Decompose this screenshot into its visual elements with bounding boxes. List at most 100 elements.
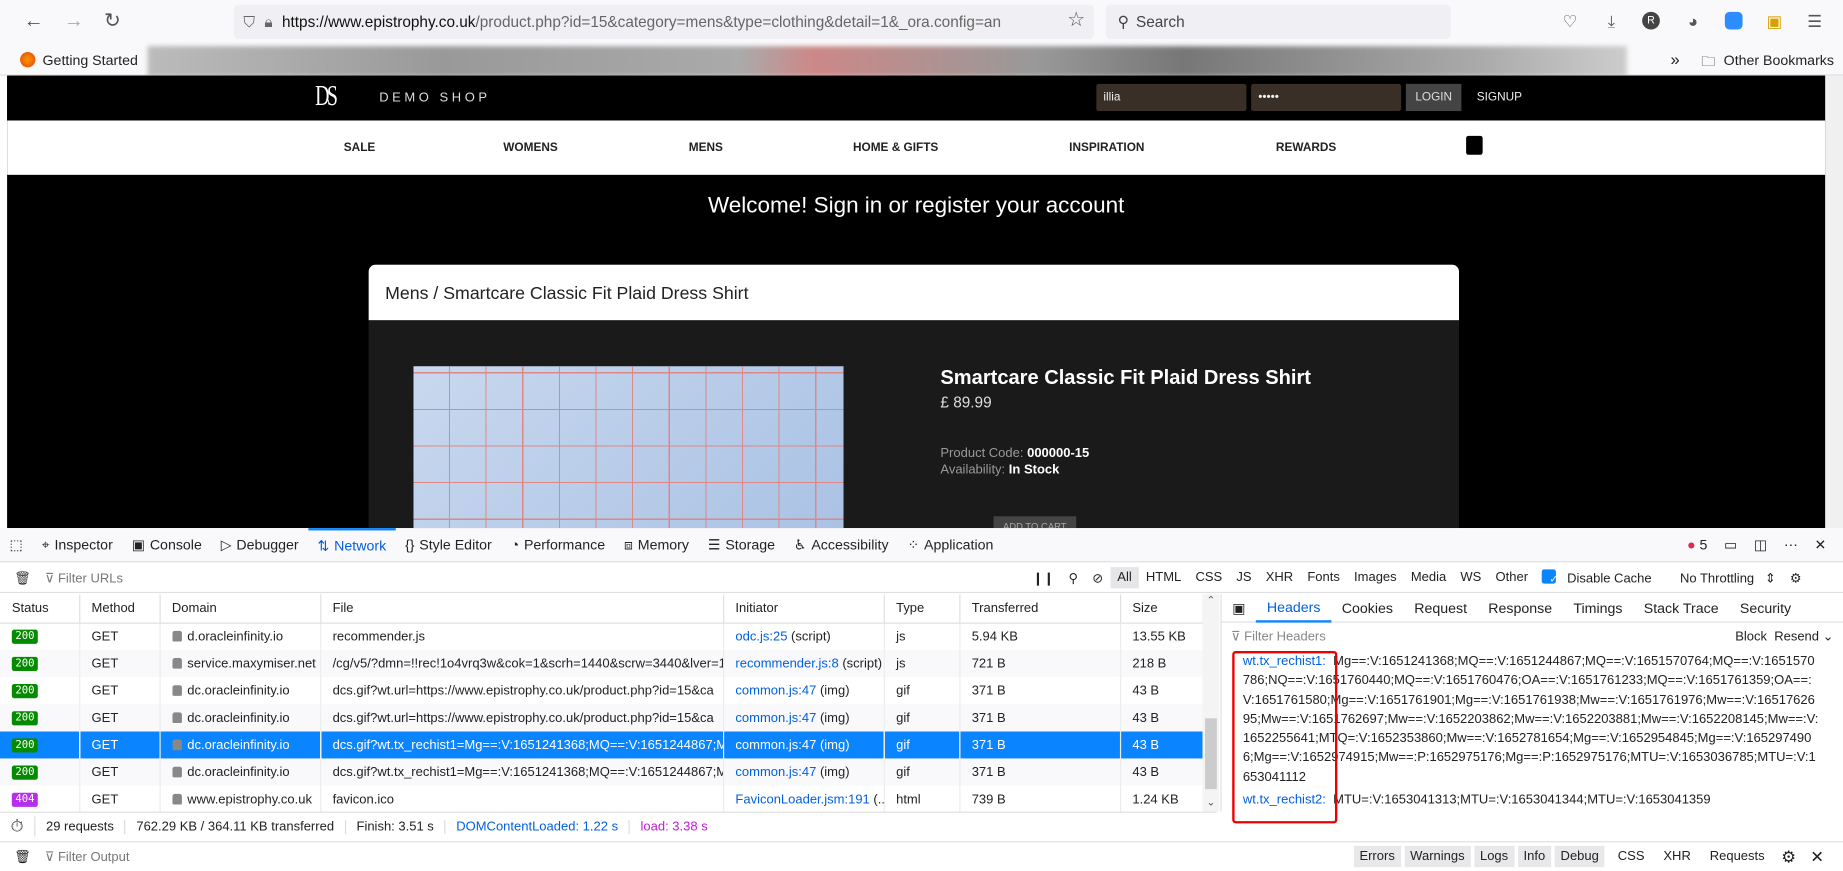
type-xhr[interactable]: XHR bbox=[1654, 849, 1700, 863]
block-button[interactable]: Block bbox=[1735, 629, 1767, 643]
signup-link[interactable]: SIGNUP bbox=[1477, 91, 1522, 104]
col-transferred[interactable]: Transferred bbox=[959, 594, 1121, 624]
filter-fonts[interactable]: Fonts bbox=[1300, 567, 1347, 588]
element-picker-icon[interactable]: ⬚ bbox=[0, 527, 32, 561]
toggle-panel-icon[interactable]: ▣ bbox=[1222, 600, 1257, 617]
col-size[interactable]: Size bbox=[1119, 594, 1204, 624]
requests-scrollbar[interactable]: ⌃ ⌄ bbox=[1202, 594, 1220, 812]
tab-cookies[interactable]: Cookies bbox=[1331, 600, 1403, 617]
url-bar[interactable]: ⛉ 🔒︎ https://www.epistrophy.co.uk/product… bbox=[233, 4, 1094, 39]
table-row[interactable]: 404 GET www.epistrophy.co.uk favicon.ico… bbox=[0, 785, 1204, 813]
table-row[interactable]: 200 GET dc.oracleinfinity.io dcs.gif?wt.… bbox=[0, 676, 1204, 705]
close-devtools-icon[interactable]: ✕ bbox=[1815, 536, 1827, 553]
initiator-link[interactable]: common.js:47 bbox=[735, 738, 816, 752]
col-domain[interactable]: Domain bbox=[159, 594, 321, 624]
block-icon[interactable]: ⊘ bbox=[1085, 566, 1110, 588]
download-icon[interactable]: ⤓ bbox=[1601, 11, 1622, 32]
tab-request[interactable]: Request bbox=[1404, 600, 1478, 617]
col-status[interactable]: Status bbox=[0, 594, 80, 624]
level-logs[interactable]: Logs bbox=[1474, 845, 1515, 868]
shopping-bag-icon[interactable] bbox=[1466, 135, 1483, 155]
table-row[interactable]: 200 GET dc.oracleinfinity.io dcs.gif?wt.… bbox=[0, 758, 1204, 786]
filter-other[interactable]: Other bbox=[1488, 567, 1535, 588]
table-row[interactable]: 200 GET service.maxymiser.net /cg/v5/?dm… bbox=[0, 649, 1204, 677]
error-count-badge[interactable]: ● 5 bbox=[1687, 536, 1707, 553]
extension-spy-icon[interactable]: ◕ bbox=[1682, 11, 1703, 32]
col-method[interactable]: Method bbox=[79, 594, 161, 624]
trash-icon[interactable]: 🗑︎ bbox=[0, 570, 45, 585]
bookmark-other[interactable]: Other Bookmarks bbox=[1724, 52, 1834, 69]
filter-css[interactable]: CSS bbox=[1188, 567, 1229, 588]
filter-ws[interactable]: WS bbox=[1453, 567, 1488, 588]
reload-icon[interactable]: ↻ bbox=[104, 9, 121, 33]
search-requests-icon[interactable]: ⚲ bbox=[1061, 566, 1085, 588]
close-console-icon[interactable]: ✕ bbox=[1803, 846, 1831, 866]
profile-avatar[interactable]: R bbox=[1642, 11, 1660, 30]
menu-icon[interactable]: ☰ bbox=[1804, 11, 1825, 32]
table-row[interactable]: 200 GET d.oracleinfinity.io recommender.… bbox=[0, 622, 1204, 650]
back-icon[interactable]: ← bbox=[24, 9, 44, 33]
bookmark-getting-started[interactable]: Getting Started bbox=[43, 52, 138, 69]
disable-cache-checkbox[interactable]: ✓ Disable Cache bbox=[1535, 566, 1666, 590]
initiator-link[interactable]: FaviconLoader.jsm:191 bbox=[735, 792, 869, 806]
filter-js[interactable]: JS bbox=[1229, 567, 1258, 588]
throttling-select[interactable]: No Throttling ⇕ bbox=[1666, 566, 1783, 588]
dock-icon[interactable]: ◫ bbox=[1754, 536, 1767, 553]
tab-storage[interactable]: ☰ Storage bbox=[698, 527, 784, 561]
page-scrollbar[interactable] bbox=[1825, 75, 1843, 529]
tab-performance[interactable]: ◔ Performance bbox=[501, 527, 614, 561]
initiator-link[interactable]: common.js:47 bbox=[735, 711, 816, 725]
tab-response[interactable]: Response bbox=[1478, 600, 1563, 617]
table-row[interactable]: 200 GET dc.oracleinfinity.io dcs.gif?wt.… bbox=[0, 731, 1204, 759]
nav-rewards[interactable]: REWARDS bbox=[1276, 142, 1336, 155]
forward-icon[interactable]: → bbox=[64, 9, 84, 33]
tab-application[interactable]: ⁘ Application bbox=[898, 527, 1003, 561]
login-button[interactable]: LOGIN bbox=[1405, 83, 1462, 112]
col-type[interactable]: Type bbox=[883, 594, 960, 624]
zoom-extension-icon[interactable] bbox=[1724, 11, 1743, 30]
type-requests[interactable]: Requests bbox=[1700, 849, 1774, 863]
filter-media[interactable]: Media bbox=[1404, 567, 1454, 588]
tab-timings[interactable]: Timings bbox=[1563, 600, 1633, 617]
tab-stack-trace[interactable]: Stack Trace bbox=[1633, 600, 1729, 617]
table-row[interactable]: 200 GET dc.oracleinfinity.io dcs.gif?wt.… bbox=[0, 704, 1204, 732]
tab-accessibility[interactable]: ♿︎ Accessibility bbox=[784, 527, 898, 561]
filter-images[interactable]: Images bbox=[1347, 567, 1404, 588]
bookmark-star-icon[interactable]: ☆ bbox=[1066, 9, 1087, 30]
password-input[interactable]: ••••• bbox=[1251, 83, 1402, 112]
clear-console-icon[interactable]: 🗑︎ bbox=[0, 849, 45, 864]
nav-sale[interactable]: SALE bbox=[344, 142, 376, 155]
filter-headers-input[interactable]: ⊽ Filter Headers bbox=[1231, 628, 1326, 643]
chevron-more-icon[interactable]: » bbox=[1670, 50, 1679, 69]
initiator-link[interactable]: recommender.js:8 bbox=[735, 656, 838, 670]
tab-memory[interactable]: ⧈ Memory bbox=[615, 527, 699, 561]
col-initiator[interactable]: Initiator bbox=[723, 594, 885, 624]
level-debug[interactable]: Debug bbox=[1554, 845, 1605, 868]
pocket-icon[interactable]: ♡ bbox=[1559, 11, 1580, 32]
initiator-link[interactable]: common.js:47 bbox=[735, 683, 816, 697]
username-input[interactable]: illia bbox=[1096, 83, 1247, 112]
nav-inspiration[interactable]: INSPIRATION bbox=[1069, 142, 1144, 155]
nav-womens[interactable]: WOMENS bbox=[503, 142, 557, 155]
level-errors[interactable]: Errors bbox=[1353, 845, 1401, 868]
level-info[interactable]: Info bbox=[1517, 845, 1552, 868]
shop-logo[interactable]: DS bbox=[315, 82, 338, 114]
tab-console[interactable]: ▣ Console bbox=[122, 527, 211, 561]
extension-r-icon[interactable]: ▣ bbox=[1764, 11, 1785, 32]
search-input[interactable]: ⚲ Search bbox=[1105, 4, 1451, 39]
level-warnings[interactable]: Warnings bbox=[1404, 845, 1471, 868]
filter-all[interactable]: All bbox=[1110, 567, 1139, 589]
resend-button[interactable]: Resend bbox=[1774, 629, 1819, 643]
more-icon[interactable]: ⋯ bbox=[1784, 536, 1798, 553]
initiator-link[interactable]: odc.js:25 bbox=[735, 629, 787, 643]
tab-inspector[interactable]: ⌖ Inspector bbox=[32, 527, 122, 561]
settings-gear-icon[interactable]: ⚙ bbox=[1783, 566, 1809, 588]
tab-security[interactable]: Security bbox=[1729, 600, 1801, 617]
tab-network[interactable]: ⇅ Network bbox=[308, 527, 396, 561]
nav-mens[interactable]: MENS bbox=[689, 142, 723, 155]
tab-style-editor[interactable]: {} Style Editor bbox=[396, 527, 502, 561]
filter-html[interactable]: HTML bbox=[1139, 567, 1189, 588]
filter-xhr[interactable]: XHR bbox=[1259, 567, 1301, 588]
col-file[interactable]: File bbox=[320, 594, 724, 624]
filter-output-input[interactable]: ⊽ Filter Output bbox=[45, 849, 130, 864]
